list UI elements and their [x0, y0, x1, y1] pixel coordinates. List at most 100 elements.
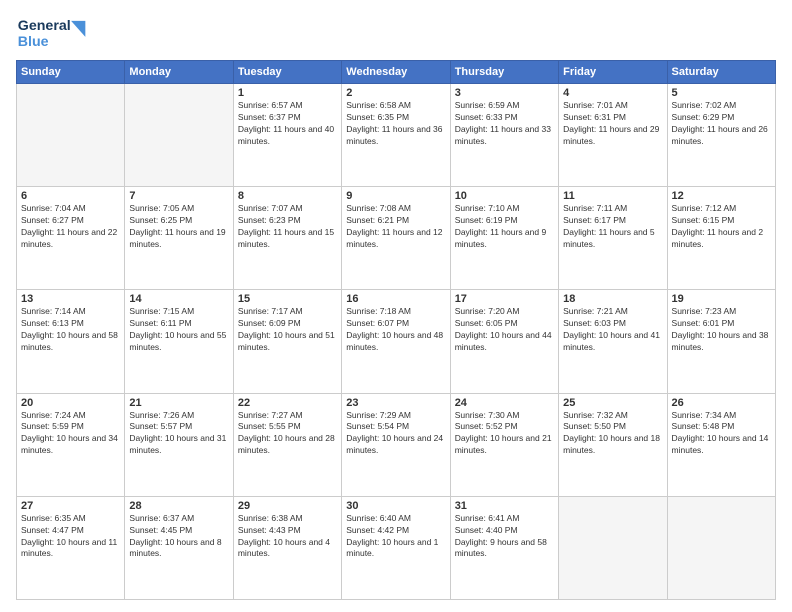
- day-info: Sunrise: 7:26 AM Sunset: 5:57 PM Dayligh…: [129, 410, 228, 458]
- day-info: Sunrise: 7:04 AM Sunset: 6:27 PM Dayligh…: [21, 203, 120, 251]
- day-number: 23: [346, 397, 445, 409]
- calendar-cell: 29Sunrise: 6:38 AM Sunset: 4:43 PM Dayli…: [233, 496, 341, 599]
- day-number: 25: [563, 397, 662, 409]
- day-info: Sunrise: 7:05 AM Sunset: 6:25 PM Dayligh…: [129, 203, 228, 251]
- day-number: 14: [129, 293, 228, 305]
- calendar-cell: 7Sunrise: 7:05 AM Sunset: 6:25 PM Daylig…: [125, 187, 233, 290]
- calendar-cell: 1Sunrise: 6:57 AM Sunset: 6:37 PM Daylig…: [233, 84, 341, 187]
- day-number: 27: [21, 500, 120, 512]
- day-info: Sunrise: 7:15 AM Sunset: 6:11 PM Dayligh…: [129, 306, 228, 354]
- calendar-cell: 23Sunrise: 7:29 AM Sunset: 5:54 PM Dayli…: [342, 393, 450, 496]
- calendar-cell: 30Sunrise: 6:40 AM Sunset: 4:42 PM Dayli…: [342, 496, 450, 599]
- calendar-cell: 21Sunrise: 7:26 AM Sunset: 5:57 PM Dayli…: [125, 393, 233, 496]
- day-number: 8: [238, 190, 337, 202]
- calendar-cell: 4Sunrise: 7:01 AM Sunset: 6:31 PM Daylig…: [559, 84, 667, 187]
- day-info: Sunrise: 6:37 AM Sunset: 4:45 PM Dayligh…: [129, 513, 228, 561]
- calendar-cell: 25Sunrise: 7:32 AM Sunset: 5:50 PM Dayli…: [559, 393, 667, 496]
- calendar-cell: 27Sunrise: 6:35 AM Sunset: 4:47 PM Dayli…: [17, 496, 125, 599]
- calendar-cell: 26Sunrise: 7:34 AM Sunset: 5:48 PM Dayli…: [667, 393, 775, 496]
- day-number: 2: [346, 87, 445, 99]
- calendar-cell: 12Sunrise: 7:12 AM Sunset: 6:15 PM Dayli…: [667, 187, 775, 290]
- calendar-cell: 17Sunrise: 7:20 AM Sunset: 6:05 PM Dayli…: [450, 290, 558, 393]
- day-info: Sunrise: 7:32 AM Sunset: 5:50 PM Dayligh…: [563, 410, 662, 458]
- day-number: 5: [672, 87, 771, 99]
- day-number: 7: [129, 190, 228, 202]
- weekday-tuesday: Tuesday: [233, 61, 341, 84]
- week-row-3: 13Sunrise: 7:14 AM Sunset: 6:13 PM Dayli…: [17, 290, 776, 393]
- calendar-cell: 3Sunrise: 6:59 AM Sunset: 6:33 PM Daylig…: [450, 84, 558, 187]
- day-number: 21: [129, 397, 228, 409]
- calendar-cell: [667, 496, 775, 599]
- day-info: Sunrise: 6:57 AM Sunset: 6:37 PM Dayligh…: [238, 100, 337, 148]
- calendar-cell: 20Sunrise: 7:24 AM Sunset: 5:59 PM Dayli…: [17, 393, 125, 496]
- calendar-cell: 10Sunrise: 7:10 AM Sunset: 6:19 PM Dayli…: [450, 187, 558, 290]
- day-info: Sunrise: 7:11 AM Sunset: 6:17 PM Dayligh…: [563, 203, 662, 251]
- calendar-cell: 8Sunrise: 7:07 AM Sunset: 6:23 PM Daylig…: [233, 187, 341, 290]
- weekday-monday: Monday: [125, 61, 233, 84]
- logo: General Blue: [16, 12, 96, 52]
- day-info: Sunrise: 7:20 AM Sunset: 6:05 PM Dayligh…: [455, 306, 554, 354]
- calendar-cell: 6Sunrise: 7:04 AM Sunset: 6:27 PM Daylig…: [17, 187, 125, 290]
- day-info: Sunrise: 7:21 AM Sunset: 6:03 PM Dayligh…: [563, 306, 662, 354]
- weekday-wednesday: Wednesday: [342, 61, 450, 84]
- day-number: 31: [455, 500, 554, 512]
- day-number: 19: [672, 293, 771, 305]
- calendar-cell: [559, 496, 667, 599]
- calendar-cell: 13Sunrise: 7:14 AM Sunset: 6:13 PM Dayli…: [17, 290, 125, 393]
- weekday-thursday: Thursday: [450, 61, 558, 84]
- day-number: 29: [238, 500, 337, 512]
- day-number: 18: [563, 293, 662, 305]
- svg-text:Blue: Blue: [18, 34, 49, 50]
- day-number: 4: [563, 87, 662, 99]
- day-number: 20: [21, 397, 120, 409]
- weekday-header-row: SundayMondayTuesdayWednesdayThursdayFrid…: [17, 61, 776, 84]
- day-number: 22: [238, 397, 337, 409]
- day-info: Sunrise: 7:18 AM Sunset: 6:07 PM Dayligh…: [346, 306, 445, 354]
- weekday-friday: Friday: [559, 61, 667, 84]
- calendar-cell: [125, 84, 233, 187]
- day-number: 9: [346, 190, 445, 202]
- calendar-cell: 15Sunrise: 7:17 AM Sunset: 6:09 PM Dayli…: [233, 290, 341, 393]
- day-info: Sunrise: 6:38 AM Sunset: 4:43 PM Dayligh…: [238, 513, 337, 561]
- day-info: Sunrise: 7:29 AM Sunset: 5:54 PM Dayligh…: [346, 410, 445, 458]
- week-row-5: 27Sunrise: 6:35 AM Sunset: 4:47 PM Dayli…: [17, 496, 776, 599]
- day-info: Sunrise: 7:01 AM Sunset: 6:31 PM Dayligh…: [563, 100, 662, 148]
- week-row-2: 6Sunrise: 7:04 AM Sunset: 6:27 PM Daylig…: [17, 187, 776, 290]
- calendar-cell: 18Sunrise: 7:21 AM Sunset: 6:03 PM Dayli…: [559, 290, 667, 393]
- day-number: 13: [21, 293, 120, 305]
- weekday-saturday: Saturday: [667, 61, 775, 84]
- day-info: Sunrise: 7:34 AM Sunset: 5:48 PM Dayligh…: [672, 410, 771, 458]
- day-number: 3: [455, 87, 554, 99]
- day-number: 30: [346, 500, 445, 512]
- calendar-cell: 14Sunrise: 7:15 AM Sunset: 6:11 PM Dayli…: [125, 290, 233, 393]
- day-number: 24: [455, 397, 554, 409]
- calendar-cell: 2Sunrise: 6:58 AM Sunset: 6:35 PM Daylig…: [342, 84, 450, 187]
- calendar-cell: 31Sunrise: 6:41 AM Sunset: 4:40 PM Dayli…: [450, 496, 558, 599]
- day-number: 12: [672, 190, 771, 202]
- day-info: Sunrise: 7:12 AM Sunset: 6:15 PM Dayligh…: [672, 203, 771, 251]
- calendar-cell: 28Sunrise: 6:37 AM Sunset: 4:45 PM Dayli…: [125, 496, 233, 599]
- day-info: Sunrise: 7:24 AM Sunset: 5:59 PM Dayligh…: [21, 410, 120, 458]
- weekday-sunday: Sunday: [17, 61, 125, 84]
- day-info: Sunrise: 7:02 AM Sunset: 6:29 PM Dayligh…: [672, 100, 771, 148]
- day-info: Sunrise: 7:14 AM Sunset: 6:13 PM Dayligh…: [21, 306, 120, 354]
- calendar-cell: 5Sunrise: 7:02 AM Sunset: 6:29 PM Daylig…: [667, 84, 775, 187]
- day-number: 11: [563, 190, 662, 202]
- day-info: Sunrise: 7:30 AM Sunset: 5:52 PM Dayligh…: [455, 410, 554, 458]
- day-number: 26: [672, 397, 771, 409]
- day-info: Sunrise: 7:23 AM Sunset: 6:01 PM Dayligh…: [672, 306, 771, 354]
- day-number: 17: [455, 293, 554, 305]
- calendar-cell: 24Sunrise: 7:30 AM Sunset: 5:52 PM Dayli…: [450, 393, 558, 496]
- day-info: Sunrise: 6:58 AM Sunset: 6:35 PM Dayligh…: [346, 100, 445, 148]
- calendar-cell: 16Sunrise: 7:18 AM Sunset: 6:07 PM Dayli…: [342, 290, 450, 393]
- calendar-cell: 9Sunrise: 7:08 AM Sunset: 6:21 PM Daylig…: [342, 187, 450, 290]
- calendar-table: SundayMondayTuesdayWednesdayThursdayFrid…: [16, 60, 776, 600]
- calendar-cell: 11Sunrise: 7:11 AM Sunset: 6:17 PM Dayli…: [559, 187, 667, 290]
- day-info: Sunrise: 7:27 AM Sunset: 5:55 PM Dayligh…: [238, 410, 337, 458]
- day-info: Sunrise: 7:10 AM Sunset: 6:19 PM Dayligh…: [455, 203, 554, 251]
- day-info: Sunrise: 7:07 AM Sunset: 6:23 PM Dayligh…: [238, 203, 337, 251]
- day-number: 28: [129, 500, 228, 512]
- day-info: Sunrise: 6:40 AM Sunset: 4:42 PM Dayligh…: [346, 513, 445, 561]
- week-row-1: 1Sunrise: 6:57 AM Sunset: 6:37 PM Daylig…: [17, 84, 776, 187]
- day-info: Sunrise: 6:59 AM Sunset: 6:33 PM Dayligh…: [455, 100, 554, 148]
